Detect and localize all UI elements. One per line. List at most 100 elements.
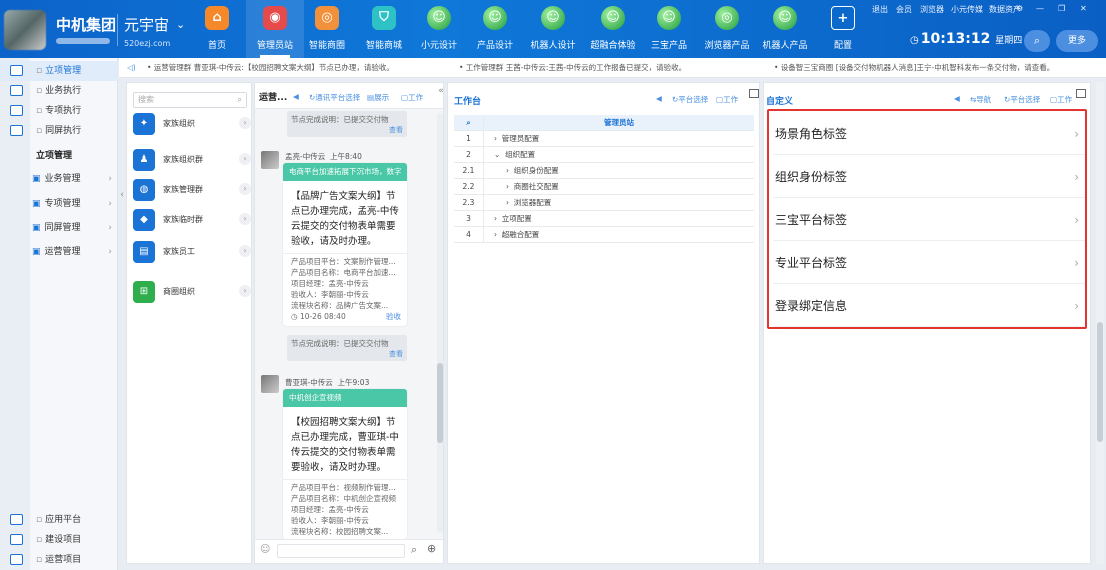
nav-item[interactable]: + 配置 (814, 0, 872, 58)
search-input[interactable]: 搜索 ⌕ (133, 92, 247, 108)
chevron-icon[interactable]: › (494, 134, 497, 143)
nav-item[interactable]: ☺ 超融合体验 (584, 0, 642, 58)
nav-item[interactable]: ◎ 浏览器产品 (698, 0, 756, 58)
top-link[interactable]: 退出 (872, 4, 888, 15)
table-row[interactable]: 2.2 › 商圈社交配置 (454, 179, 754, 195)
minimize-icon[interactable]: — (1036, 4, 1044, 13)
nav-item[interactable]: ☺ 小元设计 (410, 0, 468, 58)
tag-list-item[interactable]: 登录绑定信息 › (773, 285, 1085, 327)
message-card[interactable]: 电商平台加速拓展下沉市场，数字 【品牌广告文案大纲】节点已办理完成，孟亮-中传云… (283, 163, 407, 326)
family-list-item[interactable]: ▤ 家族员工 › (133, 241, 251, 271)
table-row[interactable]: 1 › 管理员配置 (454, 131, 754, 147)
close-icon[interactable]: ✕ (1080, 4, 1087, 13)
notice-item[interactable]: • 工作管理群 王茜-中传云:王茜-中传云的工作报备已提交，请验收。 (459, 58, 686, 77)
nav-item[interactable]: ☺ 机器人产品 (756, 0, 814, 58)
view-link[interactable]: 查看 (389, 349, 403, 359)
more-button[interactable]: 更多 (1056, 30, 1098, 52)
work-link[interactable]: ▢工作 (401, 92, 423, 103)
family-list-item[interactable]: ♟ 家族组织群 › (133, 149, 251, 179)
chat-scrollbar[interactable] (437, 113, 443, 533)
table-row[interactable]: 2.3 › 浏览器配置 (454, 195, 754, 211)
chevron-down-icon[interactable]: ⌄ (176, 18, 185, 31)
sidebar-item-build-project[interactable]: 建设项目 (0, 530, 118, 550)
sidebar-item-special-execution[interactable]: 专项执行 (0, 101, 118, 121)
top-link[interactable]: 浏览器 (920, 4, 944, 15)
table-row[interactable]: 4 › 超融合配置 (454, 227, 754, 243)
nav-item[interactable]: ◉ 管理员站 (246, 0, 304, 58)
sidebar-item-project-management[interactable]: 立项管理 (0, 61, 118, 81)
work-link[interactable]: ▢工作 (1050, 94, 1072, 105)
chevron-icon[interactable]: › (506, 166, 509, 175)
back-icon[interactable]: ◀ (293, 92, 299, 101)
display-link[interactable]: ▤展示 (367, 92, 389, 103)
restore-icon[interactable]: ❐ (1058, 4, 1065, 13)
minimize-panel-icon[interactable] (1076, 89, 1086, 98)
back-icon[interactable]: ◀ (656, 94, 662, 103)
work-link[interactable]: ▢工作 (716, 94, 738, 105)
search-icon[interactable]: ⌕ (411, 543, 417, 557)
sidebar-group-screen[interactable]: 同屏管理› (32, 217, 116, 239)
sidebar-item-screen-execution[interactable]: 同屏执行 (0, 121, 118, 141)
row-label: › 浏览器配置 (506, 198, 552, 207)
notice-item[interactable]: • 运营管理群 曹亚琪-中传云:【校园招聘文案大纲】节点已办理，请验收。 (147, 58, 394, 77)
settings-icon[interactable]: ⚙ (1016, 4, 1023, 13)
table-row[interactable]: 3 › 立项配置 (454, 211, 754, 227)
family-list-item[interactable]: ⊞ 商圈组织 › (133, 281, 251, 311)
chevron-right-icon: › (1074, 170, 1079, 184)
accept-link[interactable]: 验收 (386, 311, 401, 322)
minimize-panel-icon[interactable] (749, 89, 759, 98)
search-button[interactable]: ⌕ (1024, 30, 1050, 52)
robot-globe-icon: ☺ (427, 6, 451, 30)
table-row[interactable]: 2 ⌄ 组织配置 (454, 147, 754, 163)
sidebar-group-special[interactable]: 专项管理› (32, 193, 116, 215)
sidebar-item-ops-project[interactable]: 运营项目 (0, 550, 118, 570)
view-link[interactable]: 查看 (389, 125, 403, 135)
sidebar-group-operations[interactable]: 运营管理› (32, 241, 116, 263)
sidebar-item-app-platform[interactable]: 应用平台 (0, 510, 118, 530)
tag-list-item[interactable]: 专业平台标签 › (773, 242, 1085, 284)
add-icon[interactable]: ⊕ (427, 542, 436, 555)
sidebar-group-business[interactable]: 业务管理› (32, 168, 116, 190)
family-list-item[interactable]: ◍ 家族管理群 › (133, 179, 251, 209)
nav-item[interactable]: ⛉ 智能商城 (355, 0, 413, 58)
scrollbar-thumb[interactable] (437, 363, 443, 443)
nav-item[interactable]: ☺ 三宝产品 (640, 0, 698, 58)
nav-item[interactable]: ☺ 机器人设计 (524, 0, 582, 58)
brand-name: 中机集团 (56, 16, 117, 34)
avatar[interactable] (261, 375, 279, 393)
tag-list-item[interactable]: 组织身份标签 › (773, 156, 1085, 198)
nav-link[interactable]: ⇆导航 (970, 94, 991, 105)
collapse-chat-icon[interactable]: « (436, 86, 446, 100)
platform-select-link[interactable]: ↻平台选择 (1004, 94, 1040, 105)
chevron-icon[interactable]: › (506, 198, 509, 207)
top-link[interactable]: 小元传媒 (951, 4, 983, 15)
chevron-icon[interactable]: › (506, 182, 509, 191)
universe-selector[interactable]: 元宇宙 (124, 14, 169, 35)
message-card[interactable]: 中机创企宣视频 【校园招聘文案大纲】节点已办理完成，曹亚琪-中传云提交的交付物表… (283, 389, 407, 539)
emoji-icon[interactable]: ☺ (260, 544, 270, 555)
nav-item[interactable]: ⌂ 首页 (188, 0, 246, 58)
collapse-sidebar-icon[interactable]: ‹ (117, 190, 127, 204)
chat-input[interactable] (277, 544, 405, 558)
nav-item[interactable]: ☺ 产品设计 (466, 0, 524, 58)
family-list-item[interactable]: ✦ 家族组织 › (133, 113, 251, 143)
platform-select-link[interactable]: ↻通讯平台选择 (309, 92, 360, 103)
table-row[interactable]: 2.1 › 组织身份配置 (454, 163, 754, 179)
card-banner: 中机创企宣视频 (283, 389, 407, 407)
scrollbar-thumb[interactable] (1097, 322, 1103, 442)
avatar[interactable] (261, 151, 279, 169)
sidebar-item-business-execution[interactable]: 业务执行 (0, 81, 118, 101)
nav-item[interactable]: ◎ 智能商圈 (298, 0, 356, 58)
back-icon[interactable]: ◀ (954, 94, 960, 103)
page-scrollbar[interactable] (1096, 82, 1104, 564)
platform-select-link[interactable]: ↻平台选择 (672, 94, 708, 105)
tag-list-item[interactable]: 三宝平台标签 › (773, 199, 1085, 241)
family-list-item[interactable]: ◆ 家族临时群 › (133, 209, 251, 239)
chevron-icon[interactable]: › (494, 214, 497, 223)
chevron-icon[interactable]: ⌄ (494, 150, 500, 159)
chevron-icon[interactable]: › (494, 230, 497, 239)
notice-item[interactable]: • 设备智三宝商圈 [设备交付物机器人消息]王宁-中机智科发布一条交付物，请查看… (774, 58, 1054, 77)
top-link[interactable]: 会员 (896, 4, 912, 15)
tag-list-item[interactable]: 场景角色标签 › (773, 113, 1085, 155)
search-icon[interactable]: ⌕ (454, 115, 484, 131)
